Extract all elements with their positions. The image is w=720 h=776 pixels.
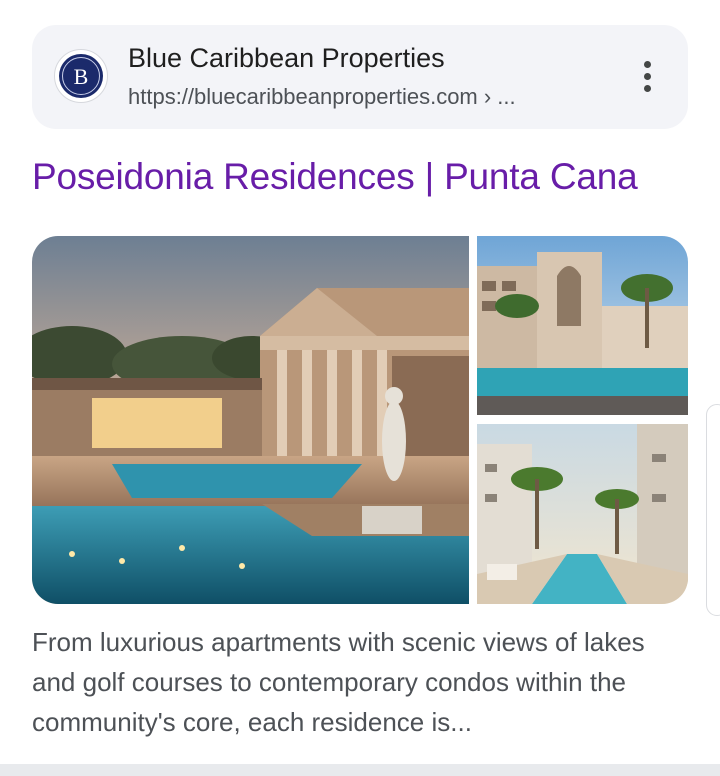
- bottom-divider: [0, 764, 720, 776]
- more-vert-icon: [644, 61, 651, 68]
- brand-logo-icon: B: [54, 49, 108, 103]
- courtyard-pool-image[interactable]: [477, 236, 688, 415]
- search-result-page: B Blue Caribbean Properties https://blue…: [0, 0, 720, 776]
- result-title-link[interactable]: Poseidonia Residences | Punta Cana: [32, 156, 638, 198]
- result-source-header[interactable]: B Blue Caribbean Properties https://blue…: [32, 25, 688, 129]
- result-snippet: From luxurious apartments with scenic vi…: [32, 627, 645, 737]
- next-card-edge[interactable]: [706, 404, 720, 616]
- logo-letter: B: [74, 64, 89, 89]
- site-url: https://bluecaribbeanproperties.com › ..…: [128, 84, 516, 109]
- result-image-grid: [32, 236, 688, 604]
- site-name: Blue Caribbean Properties: [128, 43, 445, 73]
- main-resort-pool-image[interactable]: [32, 236, 469, 604]
- more-options-button[interactable]: [628, 57, 668, 97]
- lazy-river-pool-image[interactable]: [477, 424, 688, 604]
